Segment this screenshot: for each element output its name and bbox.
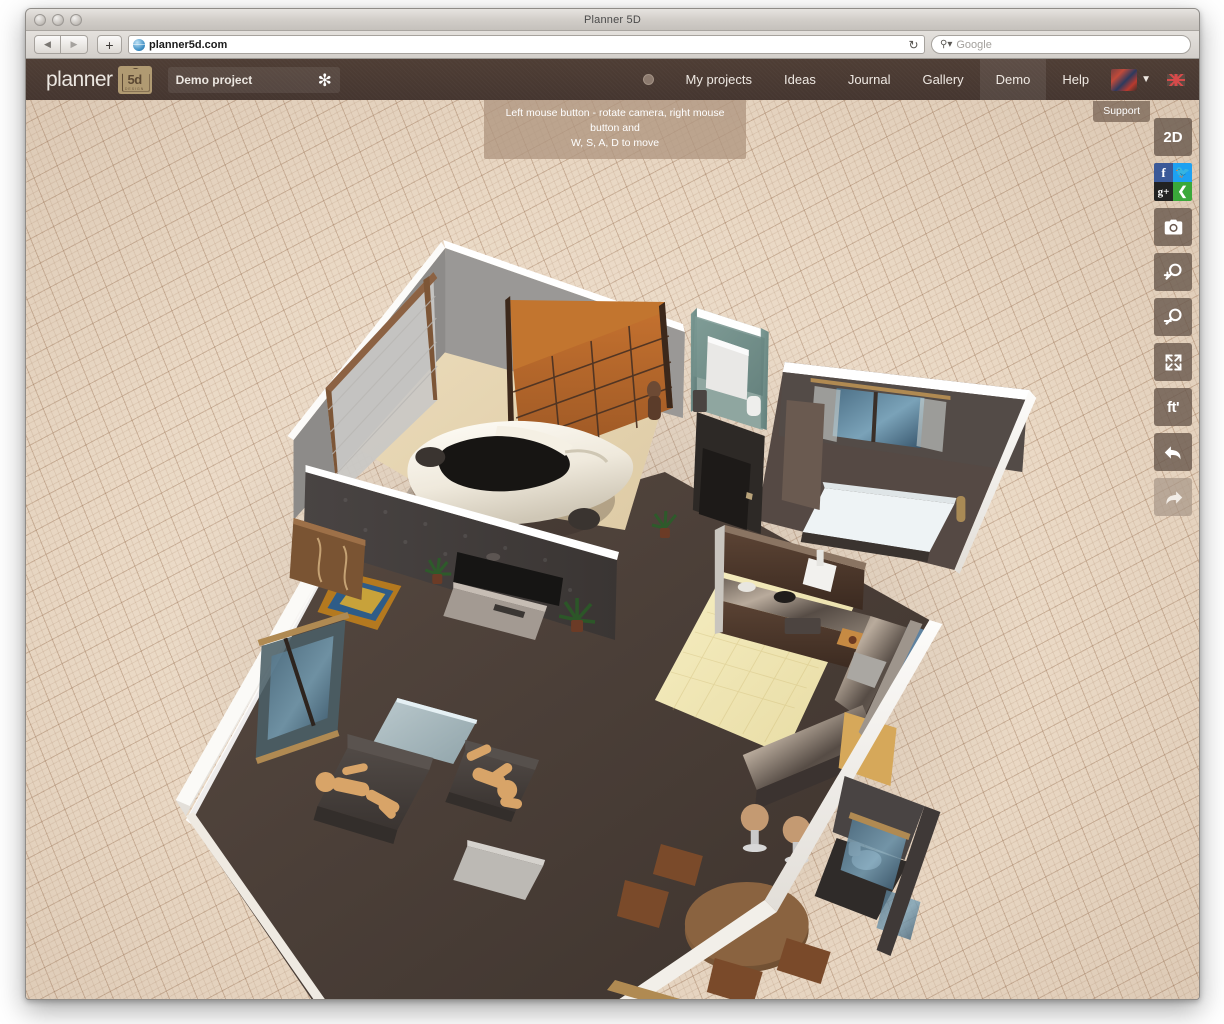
- globe-icon: [133, 39, 145, 51]
- logo-house-badge-icon: 5d DESIGN: [118, 66, 152, 94]
- window-title: Planner 5D: [584, 14, 641, 26]
- facebook-icon[interactable]: f: [1154, 163, 1173, 182]
- 3d-viewport[interactable]: Left mouse button - rotate camera, right…: [26, 100, 1199, 1000]
- nav-my-projects[interactable]: My projects: [670, 59, 768, 100]
- google-plus-icon[interactable]: g+: [1154, 182, 1173, 201]
- hint-line-2: W, S, A, D to move: [571, 137, 659, 149]
- expand-arrows-icon: [1163, 352, 1184, 373]
- camera-controls-hint: Left mouse button - rotate camera, right…: [484, 100, 746, 159]
- nav-dot-item[interactable]: [627, 59, 670, 100]
- view-2d-button[interactable]: 2D: [1154, 118, 1192, 156]
- social-share-group[interactable]: f 🐦 g+ ❮: [1154, 163, 1192, 201]
- search-placeholder: Google: [956, 39, 991, 51]
- search-icon: ⚲▾: [940, 39, 952, 50]
- reload-icon[interactable]: ↻: [905, 36, 922, 53]
- window-titlebar: Planner 5D: [26, 9, 1199, 31]
- planner5d-logo[interactable]: planner 5d DESIGN: [46, 66, 152, 94]
- project-name-text: Demo project: [176, 73, 253, 87]
- undo-button[interactable]: [1154, 433, 1192, 471]
- undo-icon: [1163, 442, 1184, 463]
- add-person-button[interactable]: [1154, 253, 1192, 291]
- logo-badge-text: 5d: [127, 72, 141, 87]
- main-nav: My projects Ideas Journal Gallery Demo H…: [627, 59, 1199, 100]
- ground-grid: [26, 100, 1199, 1000]
- logo-badge-sub: DESIGN: [125, 87, 144, 91]
- nav-journal[interactable]: Journal: [832, 59, 907, 100]
- browser-window: Planner 5D ◀ ▶ + planner5d.com ↻ ⚲▾ Goog…: [25, 8, 1200, 1000]
- units-button[interactable]: ft': [1154, 388, 1192, 426]
- zoom-out-icon: [1163, 307, 1184, 328]
- support-button[interactable]: Support: [1093, 101, 1150, 122]
- zoom-out-button[interactable]: [1154, 298, 1192, 336]
- nav-gallery[interactable]: Gallery: [906, 59, 979, 100]
- user-account-menu[interactable]: ▼: [1105, 59, 1161, 100]
- nav-demo[interactable]: Demo: [980, 59, 1047, 100]
- person-search-icon: [1163, 262, 1184, 283]
- nav-ideas[interactable]: Ideas: [768, 59, 832, 100]
- camera-icon: [1163, 217, 1184, 238]
- redo-button[interactable]: [1154, 478, 1192, 516]
- twitter-icon[interactable]: 🐦: [1173, 163, 1192, 182]
- right-toolbar: 2D f 🐦 g+ ❮: [1154, 118, 1192, 516]
- minimize-button[interactable]: [52, 14, 64, 26]
- zoom-button[interactable]: [70, 14, 82, 26]
- chevron-down-icon: ▼: [1141, 74, 1151, 85]
- new-tab-button[interactable]: +: [97, 35, 122, 54]
- fullscreen-button[interactable]: [1154, 343, 1192, 381]
- camera-snapshot-button[interactable]: [1154, 208, 1192, 246]
- project-name-field[interactable]: Demo project: [168, 67, 340, 93]
- share-icon[interactable]: ❮: [1173, 182, 1192, 201]
- address-bar[interactable]: planner5d.com ↻: [128, 35, 925, 54]
- gear-icon[interactable]: [318, 73, 332, 87]
- back-button[interactable]: ◀: [34, 35, 61, 54]
- browser-toolbar: ◀ ▶ + planner5d.com ↻ ⚲▾ Google: [26, 31, 1199, 59]
- url-text: planner5d.com: [149, 39, 227, 51]
- close-button[interactable]: [34, 14, 46, 26]
- redo-icon: [1163, 487, 1184, 508]
- forward-button[interactable]: ▶: [61, 35, 88, 54]
- app-header: planner 5d DESIGN Demo project My projec…: [26, 59, 1199, 100]
- circle-icon: [643, 74, 654, 85]
- nav-buttons: ◀ ▶: [34, 35, 88, 54]
- language-switcher[interactable]: [1161, 59, 1199, 100]
- avatar: [1111, 69, 1137, 91]
- uk-flag-icon: [1167, 74, 1185, 86]
- hint-line-1: Left mouse button - rotate camera, right…: [506, 107, 725, 134]
- logo-word: planner: [46, 68, 113, 92]
- traffic-lights: [34, 14, 82, 26]
- search-input[interactable]: ⚲▾ Google: [931, 35, 1191, 54]
- nav-help[interactable]: Help: [1046, 59, 1105, 100]
